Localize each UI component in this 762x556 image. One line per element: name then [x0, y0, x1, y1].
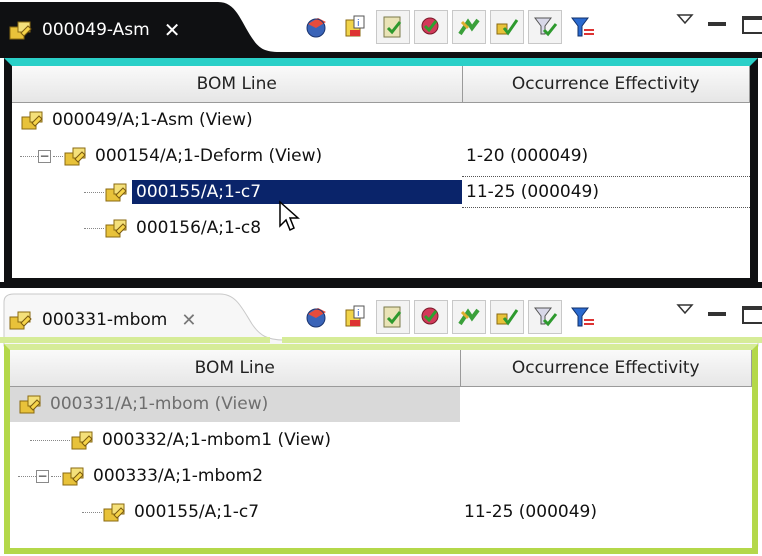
effectivity-cell: 11-25 (000049)	[464, 502, 597, 522]
yellow-check-icon[interactable]	[490, 10, 524, 44]
table-row[interactable]: − 000154/A;1-Deform (View) 1-20 (000049)	[12, 138, 750, 174]
close-icon[interactable]: ✕	[164, 18, 181, 42]
yellow-check-icon[interactable]	[490, 300, 524, 334]
funnel-check-icon[interactable]	[528, 300, 562, 334]
bom-view-icon	[21, 111, 43, 130]
effectivity-cell	[460, 388, 752, 420]
tab-bar: 000331-mbom ✕ i	[0, 290, 762, 348]
table-row[interactable]: 000331/A;1-mbom (View)	[10, 386, 752, 422]
table-row[interactable]: 000332/A;1-mbom1 (View)	[10, 422, 752, 458]
collapse-icon[interactable]: −	[36, 469, 49, 483]
bom-view-icon	[9, 21, 32, 40]
bom-view-icon	[64, 147, 86, 166]
tab-title: 000331-mbom	[42, 310, 168, 330]
bom-view-icon	[9, 311, 32, 330]
bom-pane-mbom: 000331-mbom ✕ i BOM Line Occurrence Effe…	[0, 290, 762, 556]
svg-text:i: i	[357, 19, 360, 29]
minimize-icon[interactable]	[708, 22, 726, 26]
bom-table: BOM Line Occurrence Effectivity 000049/A…	[12, 66, 750, 246]
pane-frame	[0, 282, 762, 288]
mouse-cursor-icon	[279, 200, 300, 232]
bom-item-icon	[103, 503, 125, 522]
green-arrows-icon[interactable]	[452, 10, 486, 44]
tab-bar: 000049-Asm ✕ i	[0, 0, 762, 58]
info-document-icon[interactable]: i	[338, 300, 372, 334]
red-gem-check-icon[interactable]	[414, 300, 448, 334]
tab-000049-asm[interactable]: 000049-Asm ✕	[8, 10, 180, 50]
bom-item-icon	[105, 219, 127, 238]
blue-filter-icon[interactable]	[566, 300, 600, 334]
view-menu-icon[interactable]	[676, 302, 694, 316]
bom-pane-asm: 000049-Asm ✕ i BOM Line Occurrence Effec…	[0, 0, 762, 288]
cube-globe-icon[interactable]	[300, 10, 334, 44]
cube-globe-icon[interactable]	[300, 300, 334, 334]
red-gem-check-icon[interactable]	[414, 10, 448, 44]
maximize-icon[interactable]	[742, 306, 762, 324]
svg-text:i: i	[357, 309, 360, 319]
bom-view-icon	[19, 395, 41, 414]
funnel-check-icon[interactable]	[528, 10, 562, 44]
effectivity-cell	[460, 424, 752, 456]
clipboard-check-icon[interactable]	[376, 10, 410, 44]
table-row[interactable]: − 000333/A;1-mbom2	[10, 458, 752, 494]
bom-line-label: 000154/A;1-Deform (View)	[95, 146, 323, 166]
bom-view-icon	[71, 431, 93, 450]
close-icon[interactable]: ✕	[181, 310, 196, 331]
tab-title: 000049-Asm	[42, 20, 150, 40]
bom-line-label: 000333/A;1-mbom2	[93, 466, 264, 486]
table-row-selected[interactable]: 000155/A;1-c7 11-25 (000049)	[12, 174, 750, 210]
effectivity-cell	[460, 460, 752, 492]
view-toolbar: i	[300, 300, 600, 334]
bom-table: BOM Line Occurrence Effectivity 000331/A…	[10, 350, 752, 530]
effectivity-cell: 1-20 (000049)	[466, 146, 589, 166]
green-arrows-icon[interactable]	[452, 300, 486, 334]
tab-000331-mbom[interactable]: 000331-mbom ✕	[8, 300, 196, 340]
table-row[interactable]: 000049/A;1-Asm (View)	[12, 102, 750, 138]
view-toolbar: i	[300, 10, 600, 44]
bom-line-label: 000049/A;1-Asm (View)	[52, 110, 253, 131]
blue-filter-icon[interactable]	[566, 10, 600, 44]
column-header-bom-line[interactable]: BOM Line	[12, 66, 463, 103]
view-menu-icon[interactable]	[676, 12, 694, 26]
bom-line-label: 000332/A;1-mbom1 (View)	[102, 430, 332, 450]
column-header-bom-line[interactable]: BOM Line	[10, 350, 461, 387]
info-document-icon[interactable]: i	[338, 10, 372, 44]
column-header-occurrence-effectivity[interactable]: Occurrence Effectivity	[462, 66, 750, 103]
bom-line-label: 000155/A;1-c7	[134, 502, 260, 522]
bom-line-label: 000331/A;1-mbom (View)	[50, 394, 269, 415]
effectivity-cell	[462, 212, 750, 244]
bom-table-container: BOM Line Occurrence Effectivity 000049/A…	[4, 58, 758, 286]
effectivity-cell: 11-25 (000049)	[462, 176, 750, 208]
bom-line-label: 000156/A;1-c8	[136, 218, 262, 238]
bom-item-icon	[105, 183, 127, 202]
bom-view-icon	[62, 467, 84, 486]
maximize-icon[interactable]	[742, 16, 762, 34]
column-header-occurrence-effectivity[interactable]: Occurrence Effectivity	[460, 350, 752, 387]
collapse-icon[interactable]: −	[38, 149, 51, 163]
bom-table-container: BOM Line Occurrence Effectivity 000331/A…	[4, 344, 758, 554]
minimize-icon[interactable]	[708, 312, 726, 316]
table-row[interactable]: 000156/A;1-c8	[12, 210, 750, 246]
effectivity-cell	[462, 104, 750, 136]
clipboard-check-icon[interactable]	[376, 300, 410, 334]
table-row[interactable]: 000155/A;1-c7 11-25 (000049)	[10, 494, 752, 530]
